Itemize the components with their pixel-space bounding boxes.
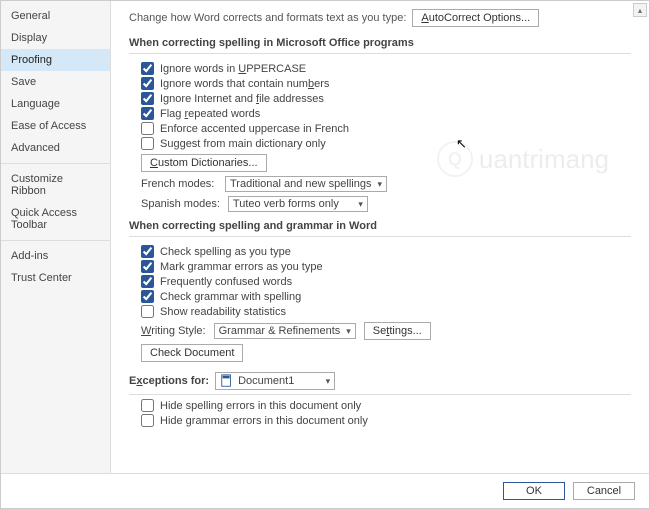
writing-style-label: Writing Style: <box>141 325 206 337</box>
option-label: Check spelling as you type <box>160 246 291 258</box>
option-label: Frequently confused words <box>160 276 292 288</box>
section2-header: When correcting spelling and grammar in … <box>129 220 631 237</box>
french-modes-select[interactable]: Traditional and new spellings▾ <box>225 176 387 192</box>
spanish-modes-row: Spanish modes: Tuteo verb forms only▾ <box>141 196 631 212</box>
check-document-button[interactable]: Check Document <box>141 344 243 362</box>
checkbox[interactable] <box>141 290 154 303</box>
option-label: Show readability statistics <box>160 306 286 318</box>
section1-option-2[interactable]: Ignore Internet and file addresses <box>141 92 631 105</box>
checkbox[interactable] <box>141 77 154 90</box>
option-label: Mark grammar errors as you type <box>160 261 323 273</box>
section2-option-0[interactable]: Check spelling as you type <box>141 245 631 258</box>
checkbox[interactable] <box>141 62 154 75</box>
section2-option-3[interactable]: Check grammar with spelling <box>141 290 631 303</box>
french-modes-label: French modes: <box>141 178 217 190</box>
sidebar-item-quick-access-toolbar[interactable]: Quick Access Toolbar <box>1 202 110 236</box>
sidebar-item-advanced[interactable]: Advanced <box>1 137 110 159</box>
option-label: Hide spelling errors in this document on… <box>160 400 361 412</box>
spanish-modes-select[interactable]: Tuteo verb forms only▾ <box>228 196 368 212</box>
chevron-down-icon: ▾ <box>326 376 331 387</box>
checkbox[interactable] <box>141 107 154 120</box>
section1-option-0[interactable]: Ignore words in UPPERCASE <box>141 62 631 75</box>
section1-option-5[interactable]: Suggest from main dictionary only <box>141 137 631 150</box>
exceptions-option-1[interactable]: Hide grammar errors in this document onl… <box>141 414 631 427</box>
section1-option-3[interactable]: Flag repeated words <box>141 107 631 120</box>
options-dialog: General Display Proofing Save Language E… <box>0 0 650 509</box>
option-label: Ignore Internet and file addresses <box>160 93 324 105</box>
checkbox[interactable] <box>141 399 154 412</box>
section1-option-4[interactable]: Enforce accented uppercase in French <box>141 122 631 135</box>
sidebar-item-language[interactable]: Language <box>1 93 110 115</box>
option-label: Ignore words in UPPERCASE <box>160 63 306 75</box>
autocorrect-options-button[interactable]: AutoCorrect Options... <box>412 9 539 27</box>
option-label: Hide grammar errors in this document onl… <box>160 415 368 427</box>
section1-header: When correcting spelling in Microsoft Of… <box>129 37 631 54</box>
document-icon <box>220 374 234 388</box>
sidebar: General Display Proofing Save Language E… <box>1 1 111 473</box>
checkbox[interactable] <box>141 275 154 288</box>
exceptions-label: Exceptions for: <box>129 375 209 387</box>
ok-button[interactable]: OK <box>503 482 565 500</box>
chevron-down-icon: ▾ <box>358 199 363 210</box>
option-label: Check grammar with spelling <box>160 291 301 303</box>
option-label: Suggest from main dictionary only <box>160 138 326 150</box>
checkbox[interactable] <box>141 122 154 135</box>
section2-option-1[interactable]: Mark grammar errors as you type <box>141 260 631 273</box>
dialog-main: General Display Proofing Save Language E… <box>1 1 649 473</box>
sidebar-item-add-ins[interactable]: Add-ins <box>1 245 110 267</box>
section2-option-4[interactable]: Show readability statistics <box>141 305 631 318</box>
sidebar-item-proofing[interactable]: Proofing <box>1 49 110 71</box>
scroll-up-icon[interactable]: ▴ <box>633 3 647 17</box>
checkbox[interactable] <box>141 245 154 258</box>
dialog-footer: OK Cancel <box>1 473 649 508</box>
section2-option-2[interactable]: Frequently confused words <box>141 275 631 288</box>
option-label: Ignore words that contain numbers <box>160 78 329 90</box>
writing-style-row: Writing Style: Grammar & Refinements▾ Se… <box>141 322 631 340</box>
french-modes-row: French modes: Traditional and new spelli… <box>141 176 631 192</box>
exceptions-option-0[interactable]: Hide spelling errors in this document on… <box>141 399 631 412</box>
settings-button[interactable]: Settings... <box>364 322 431 340</box>
sidebar-item-display[interactable]: Display <box>1 27 110 49</box>
spanish-modes-label: Spanish modes: <box>141 198 220 210</box>
chevron-down-icon: ▾ <box>377 179 382 190</box>
section1-option-1[interactable]: Ignore words that contain numbers <box>141 77 631 90</box>
checkbox[interactable] <box>141 137 154 150</box>
chevron-down-icon: ▾ <box>346 326 351 337</box>
sidebar-divider <box>1 240 110 241</box>
checkbox[interactable] <box>141 260 154 273</box>
sidebar-item-ease-of-access[interactable]: Ease of Access <box>1 115 110 137</box>
cancel-button[interactable]: Cancel <box>573 482 635 500</box>
sidebar-divider <box>1 163 110 164</box>
intro-text: Change how Word corrects and formats tex… <box>129 12 406 24</box>
option-label: Enforce accented uppercase in French <box>160 123 349 135</box>
intro-row: Change how Word corrects and formats tex… <box>129 9 631 27</box>
exceptions-select[interactable]: Document1 ▾ <box>215 372 335 390</box>
sidebar-item-general[interactable]: General <box>1 5 110 27</box>
writing-style-select[interactable]: Grammar & Refinements▾ <box>214 323 356 339</box>
content-panel[interactable]: ▴ uantrimang ↖ Change how Word corrects … <box>111 1 649 473</box>
custom-dictionaries-button[interactable]: Custom Dictionaries... <box>141 154 267 172</box>
exceptions-header: Exceptions for: Document1 ▾ <box>129 372 631 395</box>
sidebar-item-trust-center[interactable]: Trust Center <box>1 267 110 289</box>
sidebar-item-customize-ribbon[interactable]: Customize Ribbon <box>1 168 110 202</box>
option-label: Flag repeated words <box>160 108 260 120</box>
sidebar-item-save[interactable]: Save <box>1 71 110 93</box>
checkbox[interactable] <box>141 92 154 105</box>
checkbox[interactable] <box>141 305 154 318</box>
checkbox[interactable] <box>141 414 154 427</box>
